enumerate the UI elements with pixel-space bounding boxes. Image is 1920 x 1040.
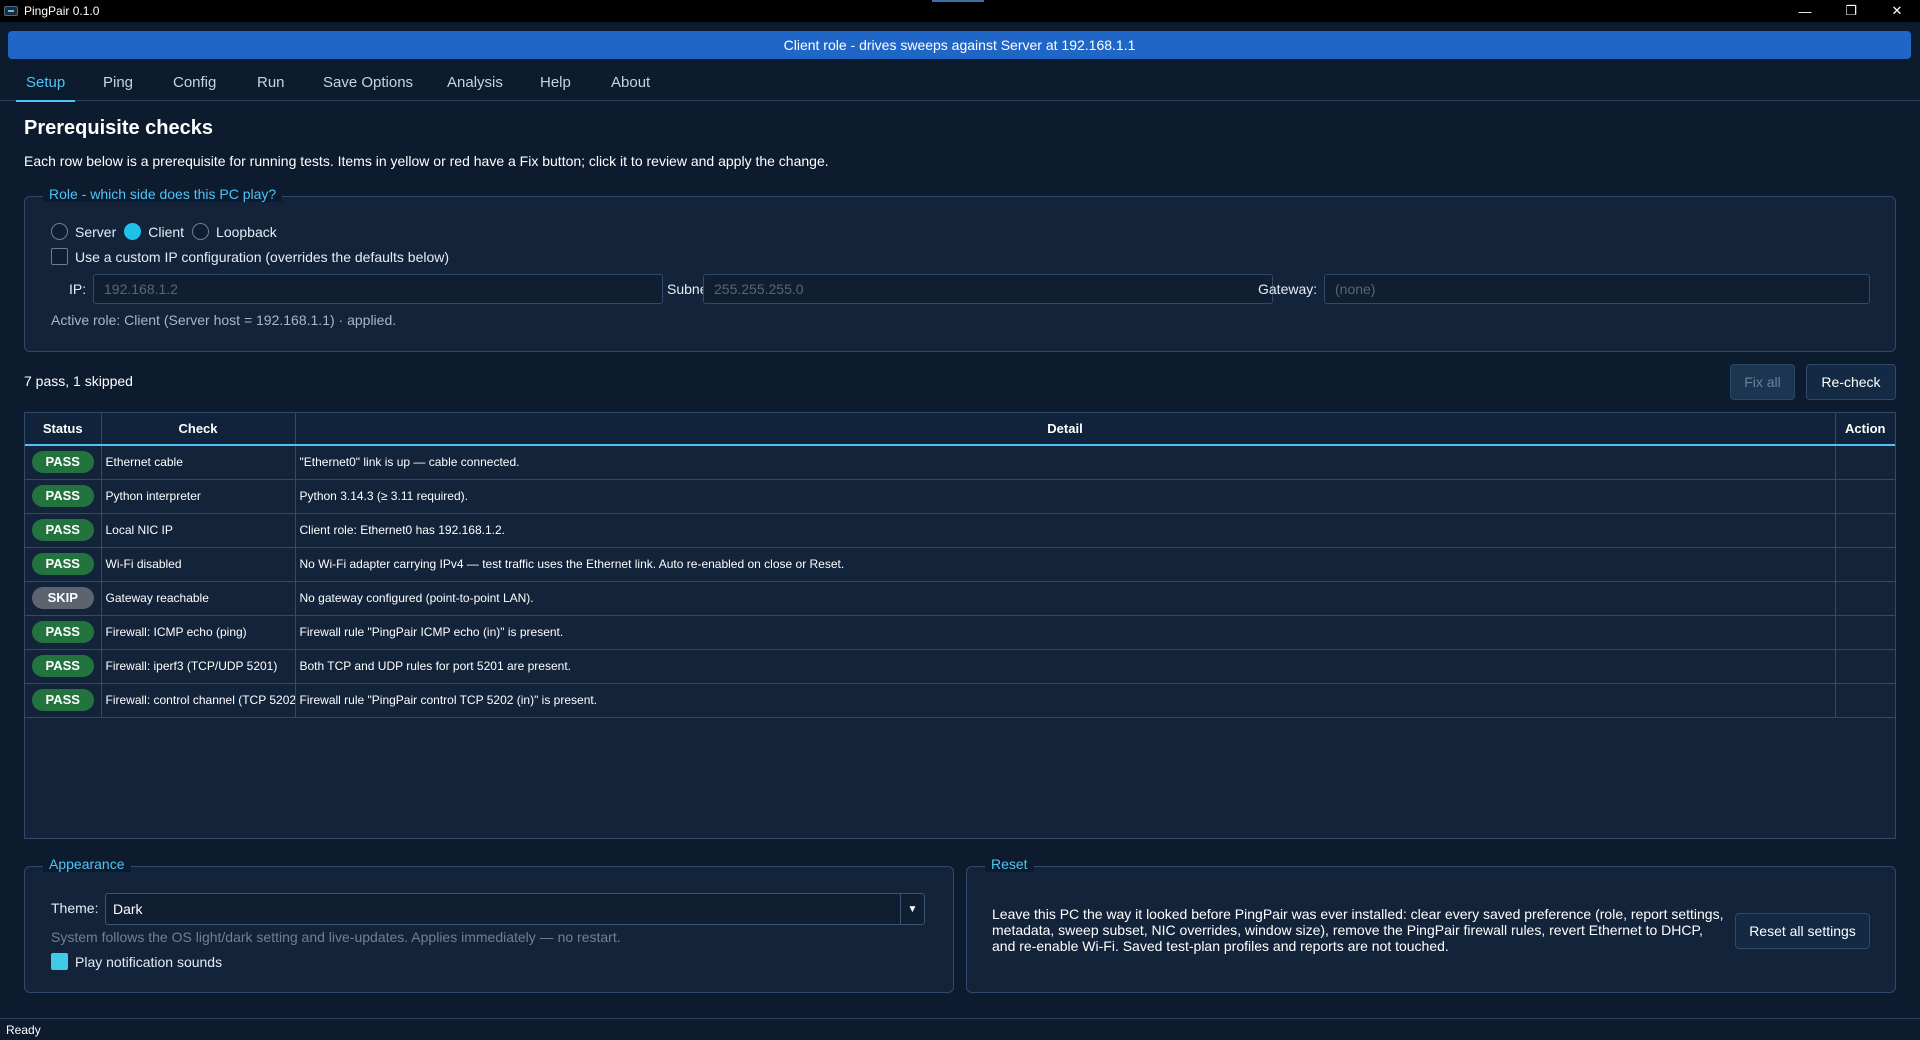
loopback-radio[interactable] <box>192 223 210 240</box>
check-cell: Firewall: ICMP echo (ping) <box>101 615 296 650</box>
action-cell <box>1835 445 1895 480</box>
status-header[interactable]: Status <box>25 413 102 446</box>
ip-input[interactable]: 192.168.1.2 <box>93 274 663 304</box>
action-cell <box>1835 581 1895 616</box>
page-description: Each row below is a prerequisite for run… <box>24 153 829 169</box>
subnet-input[interactable]: 255.255.255.0 <box>703 274 1273 304</box>
action-cell <box>1835 479 1895 514</box>
table-row[interactable]: PASS Ethernet cable "Ethernet0" link is … <box>25 445 1895 480</box>
tab-ping[interactable]: Ping <box>85 63 151 101</box>
detail-cell: Firewall rule "PingPair ICMP echo (in)" … <box>295 615 1836 650</box>
role-group-legend: Role - which side does this PC play? <box>43 186 283 202</box>
title-bar: PingPair 0.1.0 — ❐ ✕ <box>0 0 1920 22</box>
tab-setup[interactable]: Setup <box>8 63 83 102</box>
tab-help[interactable]: Help <box>522 63 589 101</box>
server-radio-label[interactable]: Server <box>75 224 116 240</box>
custom-ip-label[interactable]: Use a custom IP configuration (overrides… <box>75 249 449 265</box>
status-text: Ready <box>6 1022 41 1037</box>
appearance-group-legend: Appearance <box>43 856 131 872</box>
status-badge: PASS <box>31 621 94 643</box>
detail-cell: Both TCP and UDP rules for port 5201 are… <box>295 649 1836 684</box>
restore-button[interactable]: ❐ <box>1828 0 1874 22</box>
status-badge: PASS <box>31 553 94 575</box>
action-cell <box>1835 683 1895 718</box>
window-title: PingPair 0.1.0 <box>24 4 100 18</box>
check-cell: Local NIC IP <box>101 513 296 548</box>
table-row[interactable]: PASS Firewall: control channel (TCP 5202… <box>25 683 1895 718</box>
status-bar: Ready <box>0 1018 1920 1040</box>
minimize-button[interactable]: — <box>1782 0 1828 22</box>
action-cell <box>1835 649 1895 684</box>
tab-about[interactable]: About <box>593 63 668 101</box>
detail-cell: Client role: Ethernet0 has 192.168.1.2. <box>295 513 1836 548</box>
role-banner: Client role - drives sweeps against Serv… <box>8 31 1911 59</box>
status-badge: SKIP <box>31 587 94 609</box>
active-role-text: Active role: Client (Server host = 192.1… <box>51 312 397 328</box>
detail-cell: "Ethernet0" link is up — cable connected… <box>295 445 1836 480</box>
check-cell: Firewall: iperf3 (TCP/UDP 5201) <box>101 649 296 684</box>
status-badge: PASS <box>31 655 94 677</box>
server-radio[interactable] <box>51 223 68 240</box>
page-title: Prerequisite checks <box>24 117 213 139</box>
reset-all-settings-button[interactable]: Reset all settings <box>1735 913 1870 949</box>
recheck-button[interactable]: Re-check <box>1806 364 1896 400</box>
tab-run[interactable]: Run <box>239 63 303 101</box>
theme-select-value: Dark <box>113 901 143 917</box>
tab-save-options[interactable]: Save Options <box>305 63 431 101</box>
reset-group-legend: Reset <box>985 856 1034 872</box>
table-row[interactable]: SKIP Gateway reachable No gateway config… <box>25 581 1895 616</box>
checks-table: Status Check Detail Action PASS Ethernet… <box>24 412 1896 839</box>
action-header[interactable]: Action <box>1835 413 1895 446</box>
table-row[interactable]: PASS Wi-Fi disabled No Wi-Fi adapter car… <box>25 547 1895 582</box>
action-cell <box>1835 615 1895 650</box>
fix-all-button[interactable]: Fix all <box>1730 364 1795 400</box>
check-cell: Python interpreter <box>101 479 296 514</box>
notification-sounds-label[interactable]: Play notification sounds <box>75 954 222 970</box>
check-cell: Ethernet cable <box>101 445 296 480</box>
check-cell: Gateway reachable <box>101 581 296 616</box>
table-row[interactable]: PASS Local NIC IP Client role: Ethernet0… <box>25 513 1895 548</box>
chevron-down-icon[interactable]: ▼ <box>900 894 924 924</box>
reset-description: Leave this PC the way it looked before P… <box>992 906 1724 954</box>
detail-cell: No Wi-Fi adapter carrying IPv4 — test tr… <box>295 547 1836 582</box>
custom-ip-checkbox[interactable] <box>51 248 68 265</box>
notification-sounds-checkbox[interactable] <box>51 953 68 970</box>
action-cell <box>1835 513 1895 548</box>
detail-cell: Firewall rule "PingPair control TCP 5202… <box>295 683 1836 718</box>
gateway-input[interactable]: (none) <box>1324 274 1870 304</box>
check-cell: Firewall: control channel (TCP 5202) <box>101 683 296 718</box>
client-radio[interactable] <box>124 223 142 240</box>
tab-bar: Setup Ping Config Run Save Options Analy… <box>0 63 1920 102</box>
theme-hint: System follows the OS light/dark setting… <box>51 929 621 945</box>
table-row[interactable]: PASS Firewall: ICMP echo (ping) Firewall… <box>25 615 1895 650</box>
check-header[interactable]: Check <box>101 413 296 446</box>
drag-indicator <box>932 0 984 2</box>
status-badge: PASS <box>31 519 94 541</box>
status-badge: PASS <box>31 689 94 711</box>
client-radio-label[interactable]: Client <box>148 224 184 240</box>
table-row[interactable]: PASS Firewall: iperf3 (TCP/UDP 5201) Bot… <box>25 649 1895 684</box>
loopback-radio-label[interactable]: Loopback <box>216 224 277 240</box>
ip-label: IP: <box>69 281 87 297</box>
tab-analysis[interactable]: Analysis <box>429 63 521 101</box>
gateway-label: Gateway: <box>1258 281 1318 297</box>
reset-group: Reset Leave this PC the way it looked be… <box>966 856 1896 993</box>
tab-config[interactable]: Config <box>155 63 234 101</box>
role-banner-text: Client role - drives sweeps against Serv… <box>783 37 1136 53</box>
theme-select[interactable]: Dark ▼ <box>105 893 925 925</box>
action-cell <box>1835 547 1895 582</box>
check-summary: 7 pass, 1 skipped <box>24 373 133 389</box>
close-button[interactable]: ✕ <box>1874 0 1920 22</box>
app-icon <box>4 6 18 16</box>
appearance-group: Appearance Theme: Dark ▼ System follows … <box>24 856 954 993</box>
status-badge: PASS <box>31 451 94 474</box>
theme-label: Theme: <box>51 900 99 916</box>
detail-cell: Python 3.14.3 (≥ 3.11 required). <box>295 479 1836 514</box>
detail-cell: No gateway configured (point-to-point LA… <box>295 581 1836 616</box>
check-cell: Wi-Fi disabled <box>101 547 296 582</box>
role-group: Role - which side does this PC play? Ser… <box>24 186 1896 352</box>
detail-header[interactable]: Detail <box>295 413 1836 446</box>
status-badge: PASS <box>31 485 94 507</box>
table-row[interactable]: PASS Python interpreter Python 3.14.3 (≥… <box>25 479 1895 514</box>
